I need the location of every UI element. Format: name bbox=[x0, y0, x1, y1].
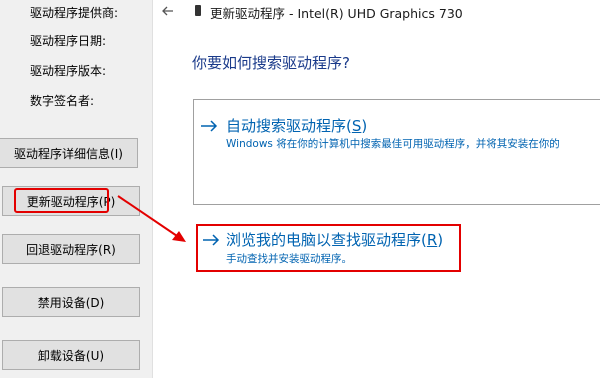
auto-search-description: Windows 将在你的计算机中搜索最佳可用驱动程序，并将其安装在你的 bbox=[226, 138, 560, 150]
rollback-driver-button[interactable]: 回退驱动程序(R) bbox=[2, 234, 140, 264]
arrow-right-icon bbox=[201, 120, 218, 132]
uninstall-device-button[interactable]: 卸载设备(U) bbox=[2, 340, 140, 370]
browse-option-title[interactable]: 浏览我的电脑以查找驱动程序(R) bbox=[226, 229, 443, 250]
driver-details-button[interactable]: 驱动程序详细信息(I) bbox=[0, 138, 138, 168]
device-icon bbox=[195, 5, 201, 16]
window-title: 更新驱动程序 - Intel(R) UHD Graphics 730 bbox=[210, 6, 463, 21]
browse-option-description: 手动查找并安装驱动程序。 bbox=[226, 253, 352, 265]
back-arrow-icon[interactable] bbox=[160, 3, 176, 19]
disable-device-button[interactable]: 禁用设备(D) bbox=[2, 287, 140, 317]
pane-divider bbox=[152, 0, 153, 378]
update-driver-highlight bbox=[14, 188, 109, 213]
auto-search-title[interactable]: 自动搜索驱动程序(S) bbox=[226, 115, 367, 136]
driver-version-label: 驱动程序版本: bbox=[30, 64, 107, 78]
driver-date-label: 驱动程序日期: bbox=[30, 34, 107, 48]
arrow-right-icon bbox=[203, 234, 220, 246]
search-question-heading: 你要如何搜索驱动程序? bbox=[192, 54, 350, 72]
driver-provider-label: 驱动程序提供商: bbox=[30, 6, 119, 20]
digital-signer-label: 数字签名者: bbox=[30, 94, 95, 108]
